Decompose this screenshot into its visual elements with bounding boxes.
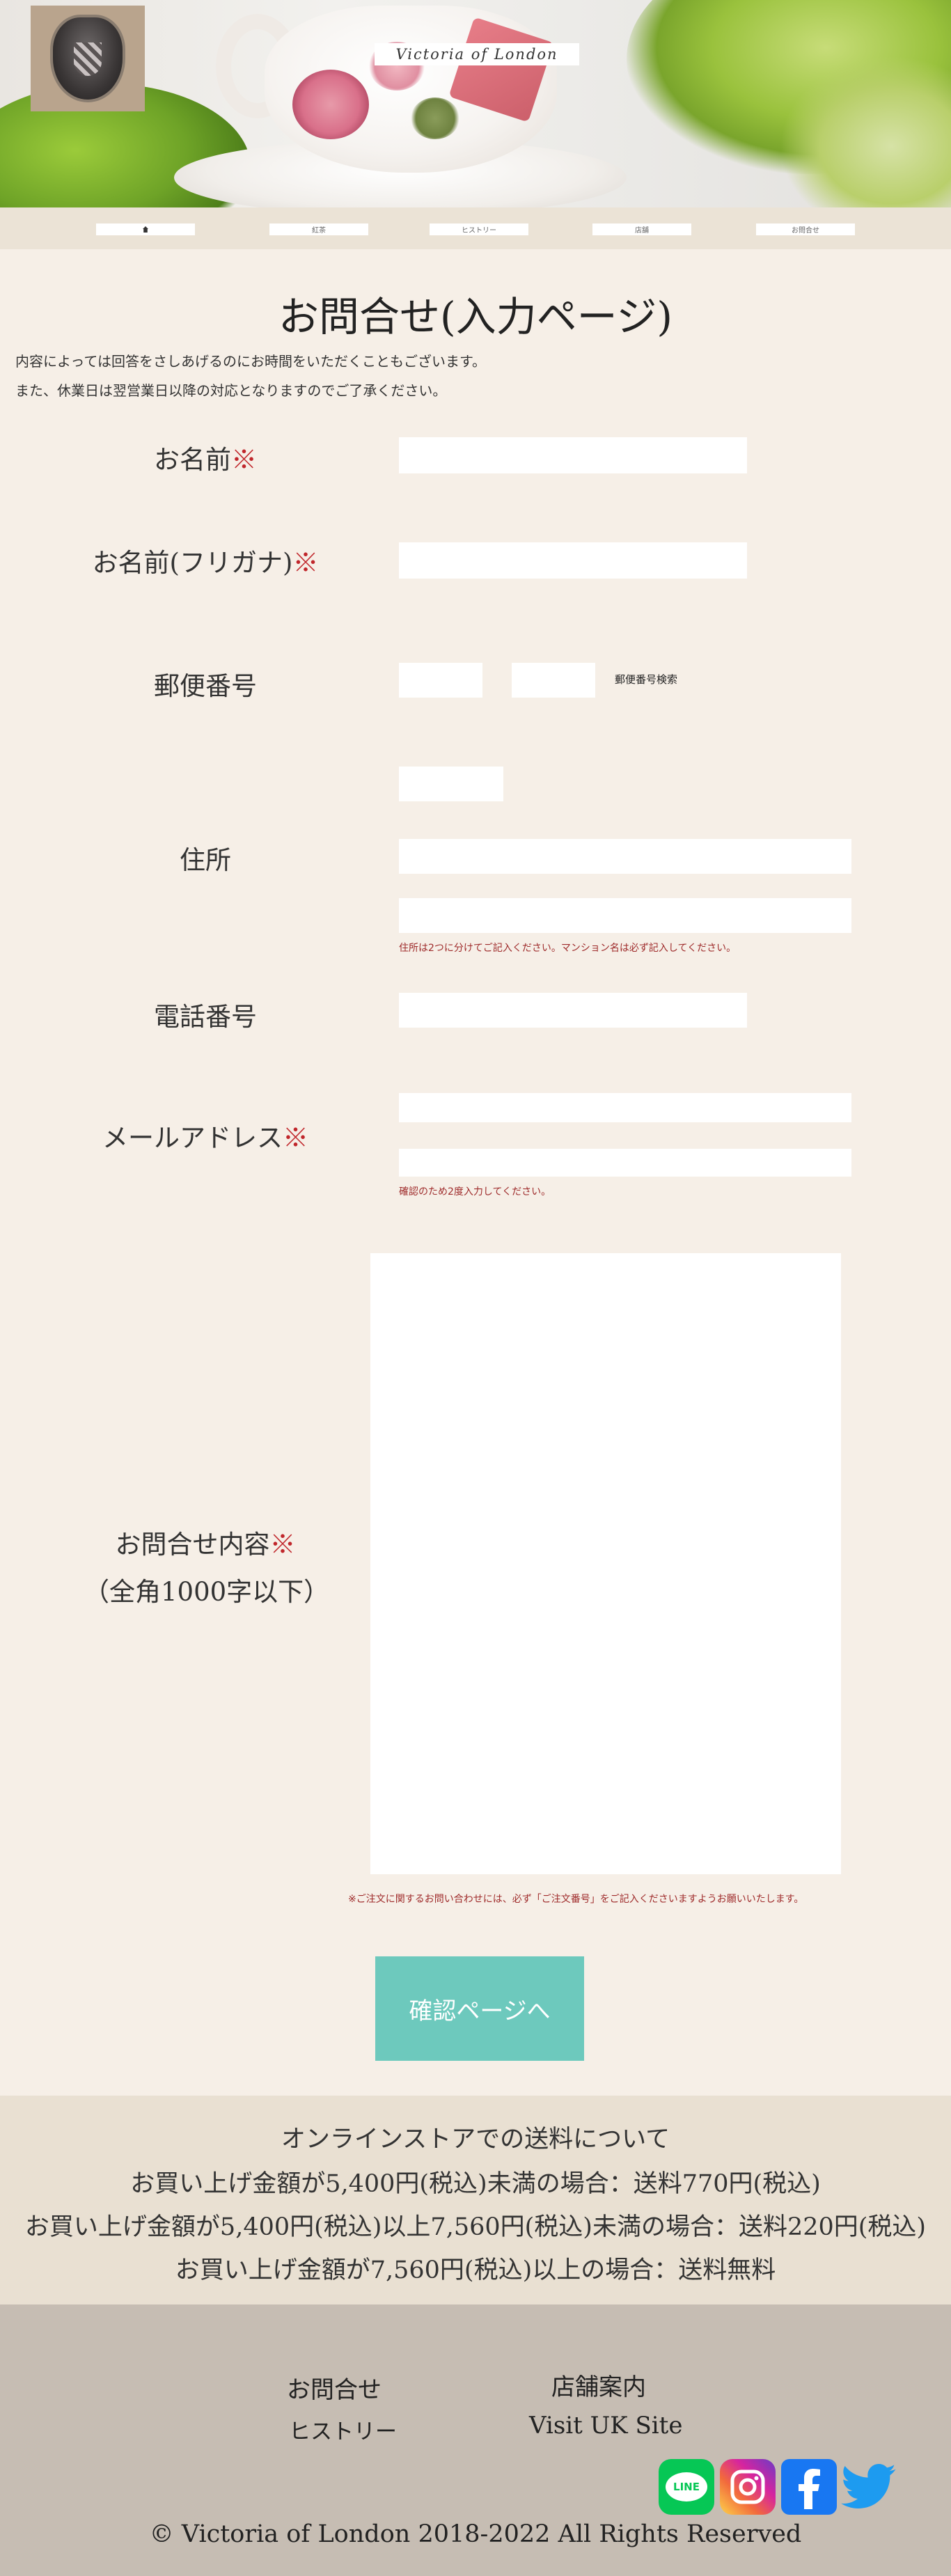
brand-name: Victoria of London: [375, 43, 579, 65]
footer-link-uk-site[interactable]: Visit UK Site: [529, 2412, 682, 2440]
email-label: メールアドレス※: [102, 1123, 308, 1153]
rose-decoration: [292, 70, 369, 139]
copyright: © Victoria of London 2018-2022 All Right…: [149, 2520, 802, 2548]
zip-second-input[interactable]: [512, 663, 595, 698]
footer-link-contact[interactable]: お問合せ: [287, 2371, 382, 2405]
email-confirm-input[interactable]: [399, 1149, 851, 1177]
instagram-glyph: [730, 2469, 765, 2504]
message-label: お問合せ内容※: [115, 1530, 296, 1560]
address-note: 住所は2つに分けてご記入ください。マンション名は必ず記入してください。: [399, 943, 737, 954]
message-textarea[interactable]: [370, 1253, 841, 1874]
facebook-icon[interactable]: [781, 2459, 837, 2515]
line-icon[interactable]: LINE: [659, 2459, 714, 2515]
shipping-line: お買い上げ金額が7,560円(税込)以上の場合：送料無料: [175, 2256, 776, 2284]
nav-home[interactable]: [96, 223, 195, 235]
twitter-glyph: [841, 2464, 896, 2508]
twitter-icon[interactable]: [841, 2459, 897, 2515]
nav-tea[interactable]: 紅茶: [269, 223, 368, 235]
confirm-button[interactable]: 確認ページへ: [375, 1956, 584, 2061]
prefecture-input[interactable]: [399, 767, 503, 801]
main-nav: 紅茶 ヒストリー 店舗 お問合せ: [0, 207, 951, 249]
name-input[interactable]: [399, 437, 747, 473]
message-note: ※ご注文に関するお問い合わせには、必ず「ご注文番号」をご記入くださいますようお願…: [348, 1894, 804, 1905]
phone-input[interactable]: [399, 993, 747, 1028]
shipping-line: お買い上げ金額が5,400円(税込)未満の場合：送料770円(税込): [130, 2170, 821, 2198]
intro-text: また、休業日は翌営業日以降の対応となりますのでご了承ください。: [15, 382, 447, 399]
shipping-info: オンラインストアでの送料について お買い上げ金額が5,400円(税込)未満の場合…: [0, 2096, 951, 2304]
nav-store[interactable]: 店舗: [592, 223, 691, 235]
phone-label: 電話番号: [154, 1002, 257, 1032]
leaf-pattern-decoration: [411, 97, 459, 139]
crest-icon: [50, 15, 125, 102]
home-icon: [143, 226, 148, 233]
footer-link-history[interactable]: ヒストリー: [289, 2414, 397, 2445]
nav-history[interactable]: ヒストリー: [430, 223, 528, 235]
nav-contact[interactable]: お問合せ: [756, 223, 855, 235]
zip-search-link[interactable]: 郵便番号検索: [615, 672, 677, 686]
address-line2-input[interactable]: [399, 898, 851, 933]
name-kana-label: お名前(フリガナ)※: [92, 548, 319, 578]
email-note: 確認のため2度入力してください。: [399, 1186, 551, 1197]
logo[interactable]: [31, 6, 145, 111]
footer-link-stores[interactable]: 店舗案内: [551, 2368, 646, 2402]
facebook-glyph: [799, 2469, 820, 2509]
name-kana-input[interactable]: [399, 542, 747, 579]
message-sublabel: （全角1000字以下）: [84, 1577, 330, 1607]
intro-text: 内容によっては回答をさしあげるのにお時間をいただくこともございます。: [15, 353, 486, 370]
shipping-line: お買い上げ金額が5,400円(税込)以上7,560円(税込)未満の場合：送料22…: [24, 2213, 927, 2241]
shipping-title: オンラインストアでの送料について: [281, 2126, 670, 2153]
instagram-icon[interactable]: [720, 2459, 776, 2515]
name-label: お名前※: [154, 445, 257, 475]
address-label: 住所: [180, 845, 231, 875]
line-logo-text: LINE: [666, 2472, 707, 2502]
hero-banner: Victoria of London: [0, 0, 951, 207]
page-title: お問合せ(入力ページ): [278, 293, 673, 340]
address-line1-input[interactable]: [399, 839, 851, 874]
zip-label: 郵便番号: [154, 671, 257, 701]
email-input[interactable]: [399, 1093, 851, 1122]
zip-first-input[interactable]: [399, 663, 482, 698]
